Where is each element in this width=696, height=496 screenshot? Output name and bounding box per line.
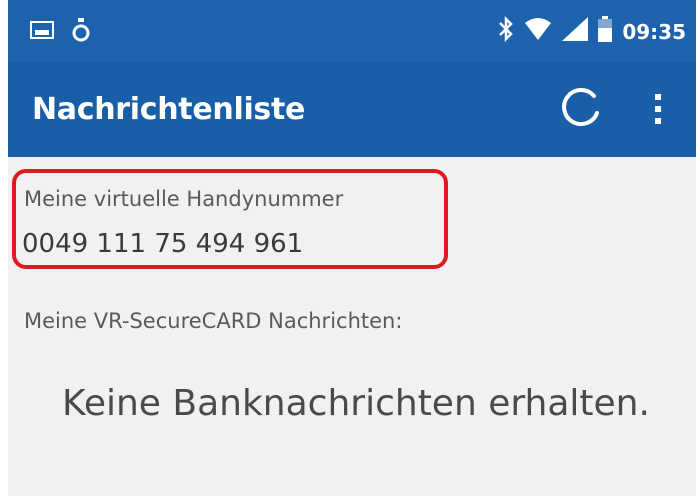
messages-section-label: Meine VR-SecureCARD Nachrichten:	[24, 309, 403, 333]
overflow-menu-button[interactable]	[638, 84, 678, 138]
virtual-number-label: Meine virtuelle Handynummer	[24, 187, 344, 211]
image-icon	[30, 20, 54, 45]
signal-icon	[562, 17, 598, 46]
screen-edge	[0, 0, 8, 496]
status-right-icons: 09:35	[498, 15, 686, 47]
message-list-content: Meine virtuelle Handynummer 0049 111 75 …	[8, 157, 696, 496]
empty-messages-text: Keine Banknachrichten erhalten.	[62, 383, 650, 424]
refresh-button[interactable]	[554, 84, 608, 138]
status-left-icons	[30, 18, 90, 47]
battery-icon	[598, 16, 622, 47]
droplet-icon	[72, 18, 90, 47]
more-vert-icon	[653, 92, 663, 131]
virtual-phone-number: 0049 111 75 494 961	[22, 229, 304, 259]
wifi-icon	[524, 17, 562, 46]
status-bar: 09:35	[8, 0, 696, 62]
app-bar: Nachrichtenliste	[8, 62, 696, 157]
status-time: 09:35	[622, 19, 686, 44]
page-title: Nachrichtenliste	[32, 92, 306, 127]
refresh-icon	[558, 86, 604, 137]
bluetooth-icon	[498, 15, 524, 47]
